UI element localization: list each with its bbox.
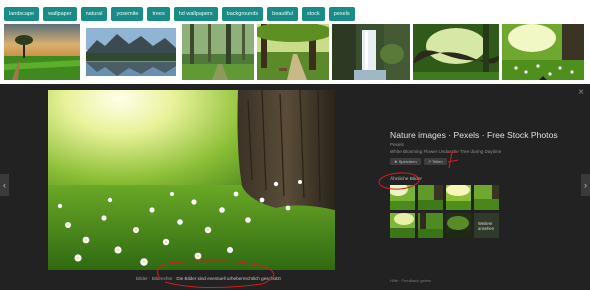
similar-images-heading[interactable]: Ähnliche Bilder xyxy=(390,177,422,182)
similar-image[interactable] xyxy=(418,185,443,210)
result-thumbnail[interactable] xyxy=(413,24,499,80)
chip[interactable]: trees xyxy=(147,7,170,21)
image-title[interactable]: Nature images · Pexels · Free Stock Phot… xyxy=(390,130,570,141)
image-search-results: landscape wallpaper natural yosemite tre… xyxy=(0,0,590,290)
save-label: Speichern xyxy=(398,159,417,164)
preview-image[interactable] xyxy=(48,90,335,270)
image-viewer-panel: × ‹ › Bilder · Bildrechte · Die Bilder s… xyxy=(0,84,590,290)
chip[interactable]: natural xyxy=(80,7,108,21)
previous-image-button[interactable]: ‹ xyxy=(0,174,9,196)
more-similar-images[interactable]: Weitere ansehen xyxy=(474,213,499,238)
copyright-notice: Die Bilder sind eventuell urheberrechtli… xyxy=(176,276,281,281)
result-thumbnail[interactable] xyxy=(4,24,80,80)
close-icon[interactable]: × xyxy=(578,88,584,98)
similar-image[interactable] xyxy=(418,213,443,238)
result-thumbnail[interactable] xyxy=(83,24,179,80)
chip[interactable]: wallpaper xyxy=(43,7,77,21)
image-description: White Blooming Flower Under the Tree dur… xyxy=(390,149,502,154)
similar-images-grid: Weitere ansehen xyxy=(390,185,499,238)
similar-image[interactable] xyxy=(474,185,499,210)
result-thumbnail[interactable] xyxy=(182,24,254,80)
image-source[interactable]: Pexels xyxy=(390,142,570,147)
result-thumbnail[interactable] xyxy=(257,24,329,80)
footer-left-text: Bilder · Bildrechte xyxy=(136,276,173,281)
similar-image[interactable] xyxy=(390,213,415,238)
chip[interactable]: pexels xyxy=(328,7,355,21)
next-image-button[interactable]: › xyxy=(581,174,590,196)
image-footer: Bilder · Bildrechte · Die Bilder sind ev… xyxy=(136,276,281,281)
save-button[interactable]: ★ Speichern xyxy=(390,158,421,165)
share-label: Teilen xyxy=(432,159,443,164)
chip[interactable]: backgrounds xyxy=(221,7,264,21)
result-thumbnail[interactable] xyxy=(332,24,410,80)
similar-image[interactable] xyxy=(446,185,471,210)
chip[interactable]: stock xyxy=(301,7,325,21)
help-feedback-links[interactable]: Hilfe · Feedback geben xyxy=(390,278,431,283)
result-thumbnail-selected[interactable] xyxy=(502,24,584,80)
similar-image[interactable] xyxy=(390,185,415,210)
thumbnail-strip xyxy=(4,24,584,80)
share-button[interactable]: ↗ Teilen xyxy=(423,158,447,165)
related-search-chips: landscape wallpaper natural yosemite tre… xyxy=(4,7,355,21)
image-info: Nature images · Pexels · Free Stock Phot… xyxy=(390,130,570,165)
chip[interactable]: hd wallpapers xyxy=(173,7,218,21)
chip[interactable]: landscape xyxy=(4,7,40,21)
chip[interactable]: beautiful xyxy=(267,7,298,21)
chip[interactable]: yosemite xyxy=(111,7,144,21)
action-buttons: ★ Speichern ↗ Teilen xyxy=(390,158,570,165)
similar-image[interactable] xyxy=(446,213,471,238)
